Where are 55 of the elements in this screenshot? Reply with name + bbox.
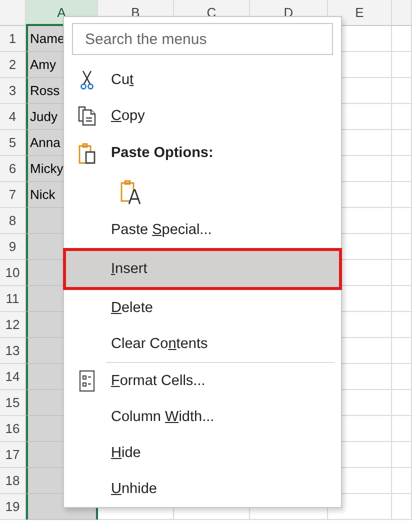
menu-item[interactable]: Insert [63,248,342,290]
menu-item[interactable]: Hide [63,435,342,471]
column-header[interactable]: E [328,0,392,26]
menu-item[interactable]: Delete [63,290,342,326]
row-header[interactable]: 5 [0,130,26,156]
table-cell [392,182,412,208]
menu-item[interactable]: Unhide [63,471,342,507]
menu-item[interactable]: Paste Special... [63,212,342,248]
scissors-icon [80,70,94,90]
table-cell [392,338,412,364]
clipboard-icon [78,142,96,164]
row-header[interactable]: 3 [0,78,26,104]
row-header[interactable]: 17 [0,442,26,468]
menu-item[interactable]: Format Cells... [63,363,342,399]
row-header[interactable]: 6 [0,156,26,182]
row-header[interactable]: 2 [0,52,26,78]
row-header[interactable]: 11 [0,286,26,312]
table-cell [392,390,412,416]
table-cell [392,468,412,494]
row-header[interactable]: 8 [0,208,26,234]
copy-icon [77,106,97,126]
row-header[interactable]: 4 [0,104,26,130]
table-cell [392,364,412,390]
row-header[interactable]: 15 [0,390,26,416]
table-cell [392,156,412,182]
table-cell [392,104,412,130]
row-header[interactable]: 1 [0,26,26,52]
table-cell [392,78,412,104]
search-field[interactable]: Search the menus [72,23,333,55]
row-header[interactable]: 16 [0,416,26,442]
table-cell [392,234,412,260]
row-header[interactable]: 9 [0,234,26,260]
format-cells-icon [79,370,95,392]
menu-heading: Paste Options: [111,145,214,161]
table-cell [392,26,412,52]
row-header[interactable]: 19 [0,494,26,520]
row-header[interactable]: 12 [0,312,26,338]
column-header[interactable] [392,0,412,26]
table-cell [392,312,412,338]
row-header[interactable]: 13 [0,338,26,364]
table-cell [392,208,412,234]
table-cell [392,442,412,468]
table-cell [392,130,412,156]
menu-item[interactable]: Clear Contents [63,326,342,362]
table-cell [392,286,412,312]
row-header[interactable]: 7 [0,182,26,208]
row-header[interactable]: 14 [0,364,26,390]
table-cell [392,494,412,520]
select-all-corner[interactable] [0,0,26,26]
row-header[interactable]: 18 [0,468,26,494]
table-cell [392,52,412,78]
table-cell [392,416,412,442]
row-header[interactable]: 10 [0,260,26,286]
table-cell [392,260,412,286]
menu-item[interactable]: Column Width... [63,399,342,435]
